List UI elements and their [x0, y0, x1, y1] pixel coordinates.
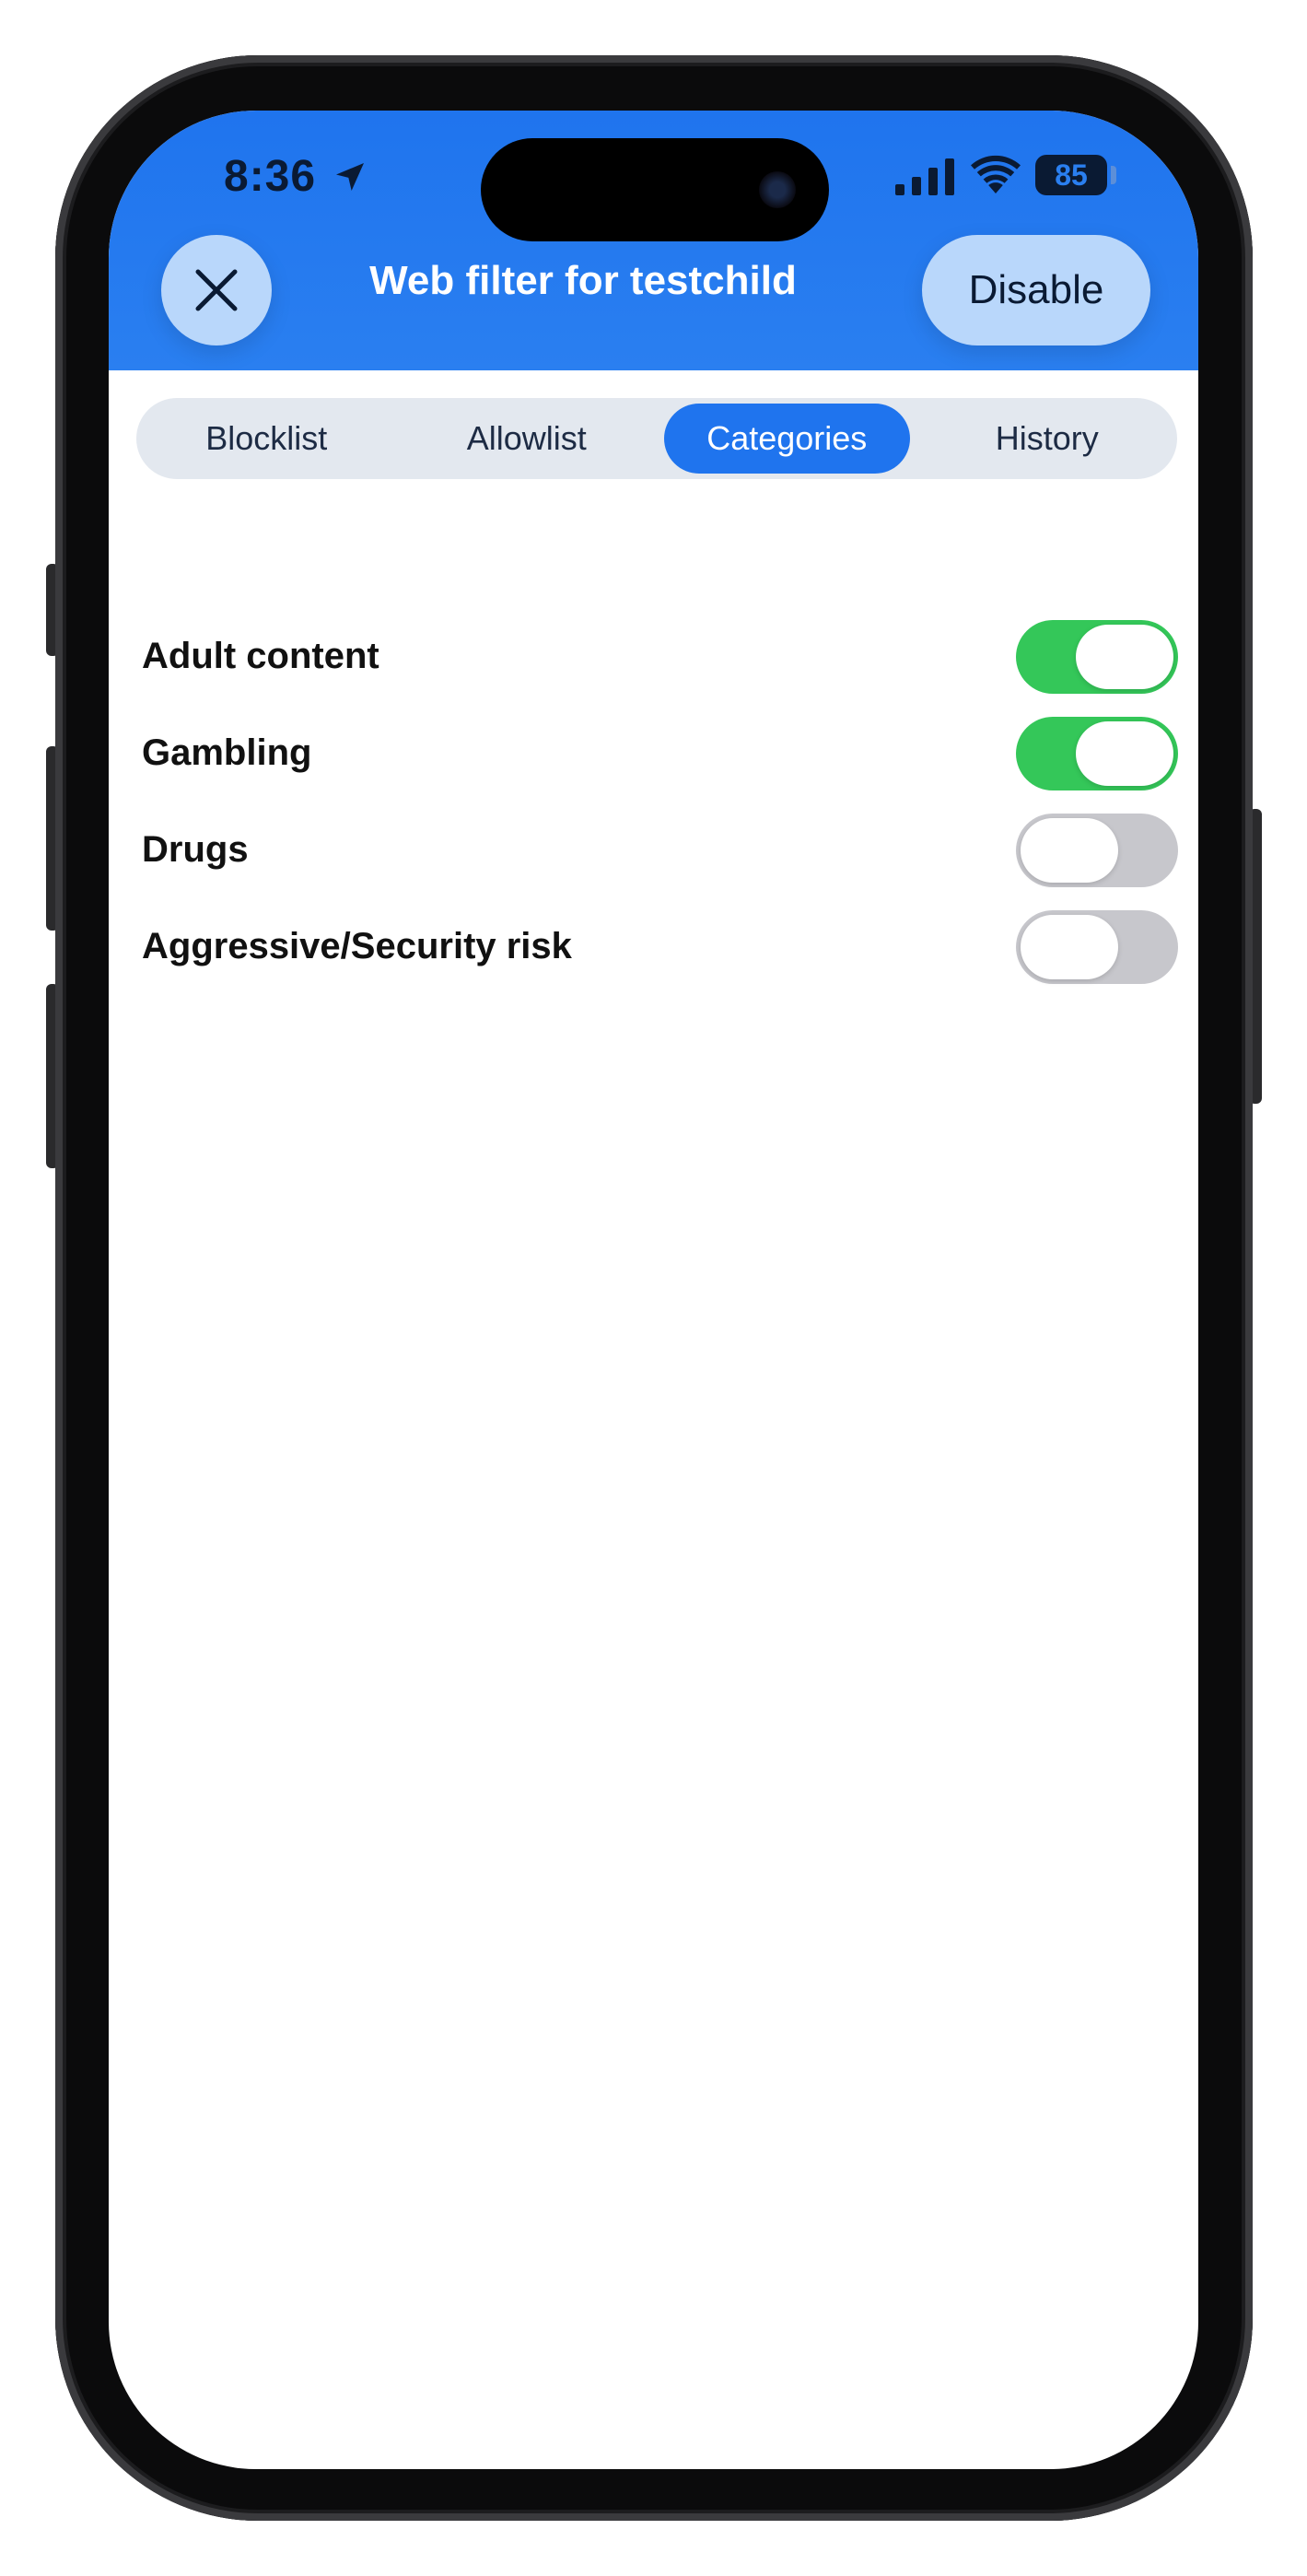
header-bar: 8:36 85 Web filter for testchild Disable — [109, 111, 1198, 370]
toggle-knob — [1021, 817, 1118, 883]
app-screen: 8:36 85 Web filter for testchild Disable… — [109, 111, 1198, 2469]
battery-indicator: 85 — [1035, 155, 1107, 195]
toggle-knob — [1076, 720, 1173, 786]
category-label: Gambling — [142, 732, 312, 773]
toggle-knob — [1076, 624, 1173, 689]
tab-history[interactable]: History — [925, 404, 1171, 474]
category-row-aggressive-security-risk: Aggressive/Security risk — [142, 898, 1178, 995]
aggressive-security-risk-toggle[interactable] — [1016, 909, 1178, 984]
disable-button[interactable]: Disable — [922, 235, 1150, 345]
close-button[interactable] — [161, 235, 272, 345]
tab-blocklist[interactable]: Blocklist — [144, 404, 390, 474]
status-bar: 8:36 85 — [109, 111, 1198, 241]
gambling-toggle[interactable] — [1016, 716, 1178, 790]
dynamic-island — [481, 138, 829, 241]
location-arrow-icon — [336, 163, 364, 191]
camera-icon — [759, 171, 796, 208]
battery-tip — [1111, 166, 1116, 184]
status-time: 8:36 — [224, 152, 317, 201]
wifi-icon — [971, 155, 1021, 193]
category-row-gambling: Gambling — [142, 705, 1178, 802]
category-label: Adult content — [142, 636, 379, 676]
tab-allowlist[interactable]: Allowlist — [404, 404, 650, 474]
close-icon — [195, 269, 238, 311]
category-row-adult-content: Adult content — [142, 608, 1178, 705]
category-list: Adult content Gambling Drugs Aggressive/… — [142, 608, 1178, 995]
category-row-drugs: Drugs — [142, 802, 1178, 898]
cellular-signal-icon — [895, 158, 954, 195]
filter-tabs: Blocklist Allowlist Categories History — [136, 398, 1177, 479]
toggle-knob — [1021, 914, 1118, 979]
drugs-toggle[interactable] — [1016, 813, 1178, 887]
category-label: Drugs — [142, 829, 249, 870]
adult-content-toggle[interactable] — [1016, 619, 1178, 694]
category-label: Aggressive/Security risk — [142, 926, 572, 966]
page-title: Web filter for testchild — [369, 258, 797, 303]
tab-categories[interactable]: Categories — [664, 404, 910, 474]
